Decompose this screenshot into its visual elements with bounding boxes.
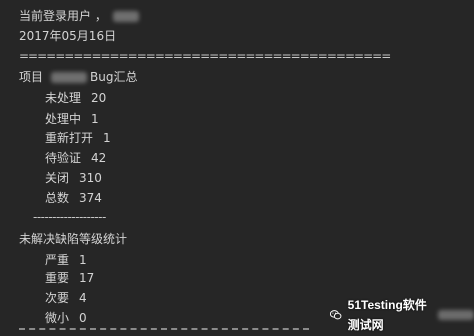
status-label: 待验证: [45, 151, 82, 165]
summary-row-reopened: 重新打开 1: [45, 128, 111, 148]
wechat-icon: [330, 310, 342, 320]
watermark-text: 51Testing软件测试网: [347, 298, 427, 332]
severity-row-minor: 次要 4: [45, 288, 87, 308]
severity-label: 严重: [45, 253, 70, 267]
severity-label: 次要: [45, 291, 70, 305]
status-count: 20: [91, 91, 107, 105]
project-summary-title: 项目 Bug汇总: [19, 67, 137, 87]
severity-label: 微小: [45, 311, 70, 325]
watermark-smudge: [437, 310, 474, 320]
severity-count: 4: [79, 291, 87, 305]
project-summary-suffix: Bug汇总: [90, 70, 138, 84]
status-count: 374: [79, 191, 102, 205]
status-label: 未处理: [45, 91, 82, 105]
summary-row-in-progress: 处理中 1: [45, 109, 99, 129]
summary-row-pending-verification: 待验证 42: [45, 148, 106, 168]
severity-section-title: 未解决缺陷等级统计: [19, 232, 128, 246]
severity-row-critical: 严重 1: [45, 250, 87, 270]
status-count: 42: [91, 151, 107, 165]
severity-count: 0: [79, 311, 87, 325]
watermark: 51Testing软件测试网: [330, 298, 474, 332]
severity-count: 1: [79, 253, 87, 267]
status-count: 1: [91, 112, 99, 126]
redacted-project-name: [51, 72, 88, 83]
divider-mid: -------------------: [33, 210, 106, 224]
status-label: 关闭: [45, 171, 70, 185]
summary-row-closed: 关闭 310: [45, 168, 102, 188]
redacted-username: [112, 11, 139, 22]
divider-top: ========================================…: [19, 49, 391, 63]
summary-row-unprocessed: 未处理 20: [45, 88, 106, 108]
status-label: 总数: [45, 191, 70, 205]
console-output: 当前登录用户 ， 2017年05月16日 ===================…: [0, 0, 474, 336]
severity-label: 重要: [45, 271, 70, 285]
severity-row-major: 重要 17: [45, 268, 94, 288]
severity-count: 17: [79, 271, 95, 285]
login-user-label: 当前登录用户 ，: [19, 9, 107, 23]
summary-row-total: 总数 374: [45, 188, 102, 208]
report-date: 2017年05月16日: [19, 29, 117, 43]
status-count: 310: [79, 171, 102, 185]
status-count: 1: [103, 131, 111, 145]
project-label: 项目: [19, 70, 44, 84]
severity-row-trivial: 微小 0: [45, 308, 87, 328]
divider-bottom: [19, 328, 309, 330]
login-user-line: 当前登录用户 ，: [19, 6, 139, 26]
status-label: 重新打开: [45, 131, 94, 145]
status-label: 处理中: [45, 112, 82, 126]
